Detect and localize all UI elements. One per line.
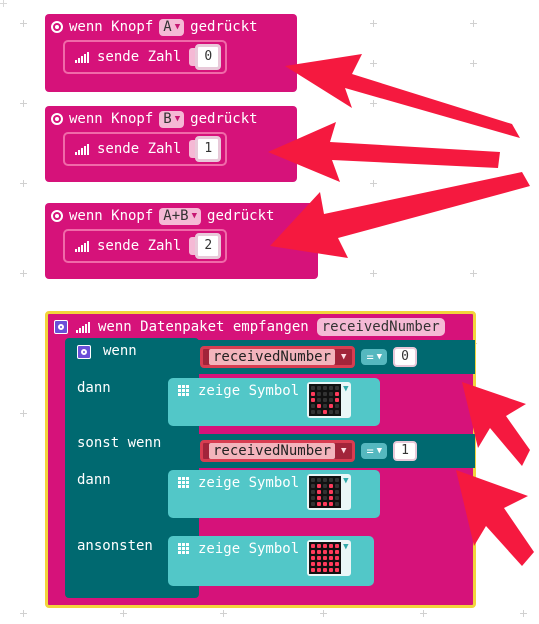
arrow-icon — [270, 172, 530, 258]
arrow-icon — [456, 470, 534, 566]
workspace-canvas[interactable]: wenn Knopf A ▼ gedrückt sende Zahl 0 wen… — [0, 0, 539, 624]
arrow-icon — [268, 122, 500, 182]
arrow-icon — [462, 382, 530, 466]
arrow-icon — [285, 54, 520, 138]
annotation-arrows — [268, 54, 534, 566]
